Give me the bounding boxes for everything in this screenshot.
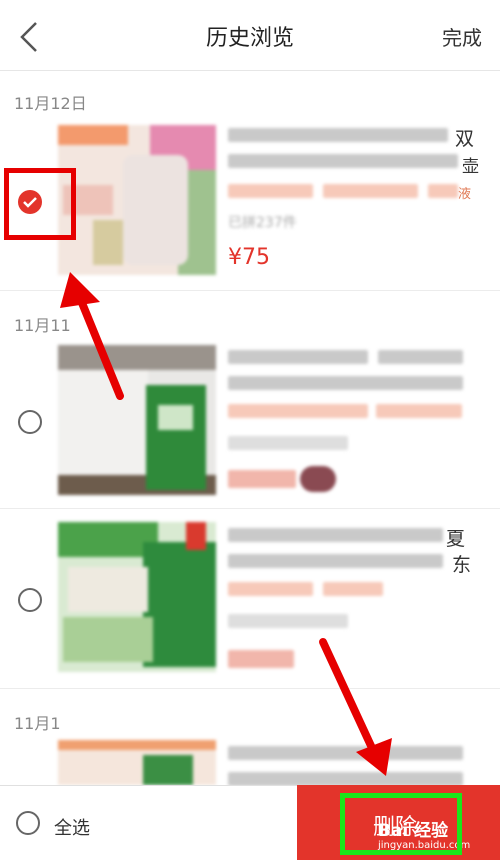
date-label: 11月1 — [14, 714, 61, 733]
title-fragment: 液 — [458, 187, 472, 202]
select-all-label[interactable]: 全选 — [54, 814, 90, 840]
item-checkbox[interactable] — [18, 410, 42, 434]
item-price — [228, 650, 294, 668]
title-line — [228, 746, 463, 760]
title-line — [228, 528, 443, 542]
item-price — [228, 470, 296, 488]
date-label: 11月11 — [14, 316, 71, 335]
sold-count — [228, 436, 348, 450]
title-line — [228, 350, 368, 364]
promo-tag — [323, 184, 418, 198]
product-image[interactable] — [58, 125, 216, 275]
product-image[interactable] — [58, 345, 216, 495]
promo-tag — [228, 582, 313, 596]
sold-count — [228, 614, 348, 628]
title-line — [228, 554, 443, 568]
title-fragment: 双 — [455, 128, 475, 150]
select-all-checkbox[interactable] — [16, 811, 40, 835]
divider — [0, 508, 500, 509]
title-fragment: 壶 — [462, 157, 479, 177]
divider — [0, 688, 500, 689]
promo-tag — [428, 184, 458, 198]
done-button[interactable]: 完成 — [442, 22, 482, 51]
item-price: ¥75 — [228, 245, 270, 270]
title-fragment: 东 — [452, 554, 472, 576]
product-image[interactable] — [58, 522, 216, 672]
date-label: 11月12日 — [14, 94, 87, 113]
item-checkbox[interactable] — [18, 588, 42, 612]
promo-tag — [228, 404, 368, 418]
header: 历史浏览 完成 — [0, 0, 500, 71]
annotation-highlight-box — [340, 793, 462, 855]
title-line — [228, 376, 463, 390]
promo-tag — [323, 582, 383, 596]
title-fragment: 夏 — [446, 528, 466, 550]
annotation-highlight-box — [4, 168, 76, 240]
divider — [0, 290, 500, 291]
sold-count: 已拼237件 — [228, 215, 297, 231]
arrow-down-icon — [319, 638, 376, 752]
title-line — [228, 128, 448, 142]
promo-tag — [376, 404, 462, 418]
title-line — [228, 772, 463, 786]
title-line — [228, 154, 458, 168]
title-line — [378, 350, 463, 364]
product-image[interactable] — [58, 740, 216, 785]
user-avatar — [300, 466, 336, 492]
page-title: 历史浏览 — [205, 26, 294, 51]
promo-tag — [228, 184, 313, 198]
